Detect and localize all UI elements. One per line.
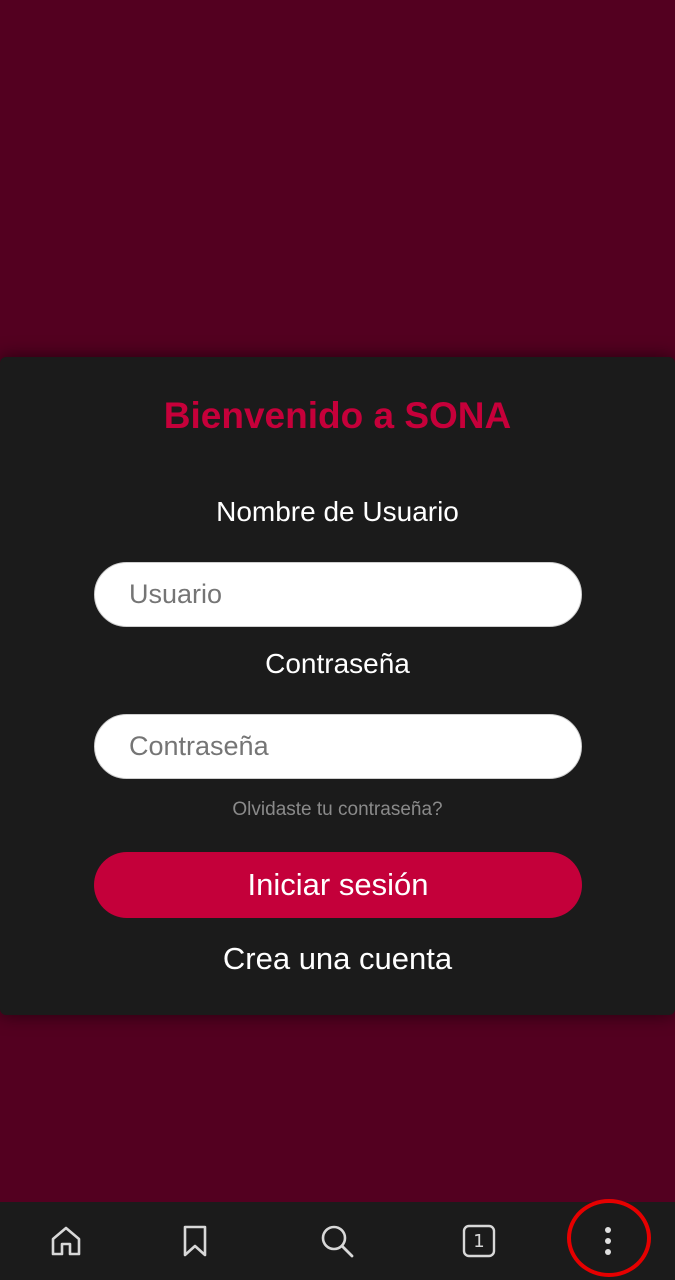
password-input[interactable] [94,714,582,779]
more-vertical-icon [605,1227,611,1255]
home-button[interactable] [26,1202,106,1280]
search-button[interactable] [297,1202,377,1280]
bookmark-button[interactable] [155,1202,235,1280]
more-options-button[interactable] [568,1202,648,1280]
password-label: Contraseña [265,648,410,679]
page-title: Bienvenido a SONA [163,395,512,436]
page-viewport: Bienvenido a SONA Nombre de Usuario Cont… [0,0,675,1202]
bookmark-icon [183,1225,207,1257]
tab-count: 1 [473,1230,485,1252]
username-input[interactable] [94,562,582,627]
browser-bottom-bar: 1 [0,1202,675,1280]
home-icon [51,1226,81,1256]
login-button[interactable]: Iniciar sesión [94,852,582,918]
search-icon [321,1225,354,1258]
create-account-link[interactable]: Crea una cuenta [0,941,675,977]
forgot-password-link[interactable]: Olvidaste tu contraseña? [0,799,675,821]
username-label: Nombre de Usuario [216,496,459,527]
tabs-button[interactable]: 1 [439,1202,519,1280]
